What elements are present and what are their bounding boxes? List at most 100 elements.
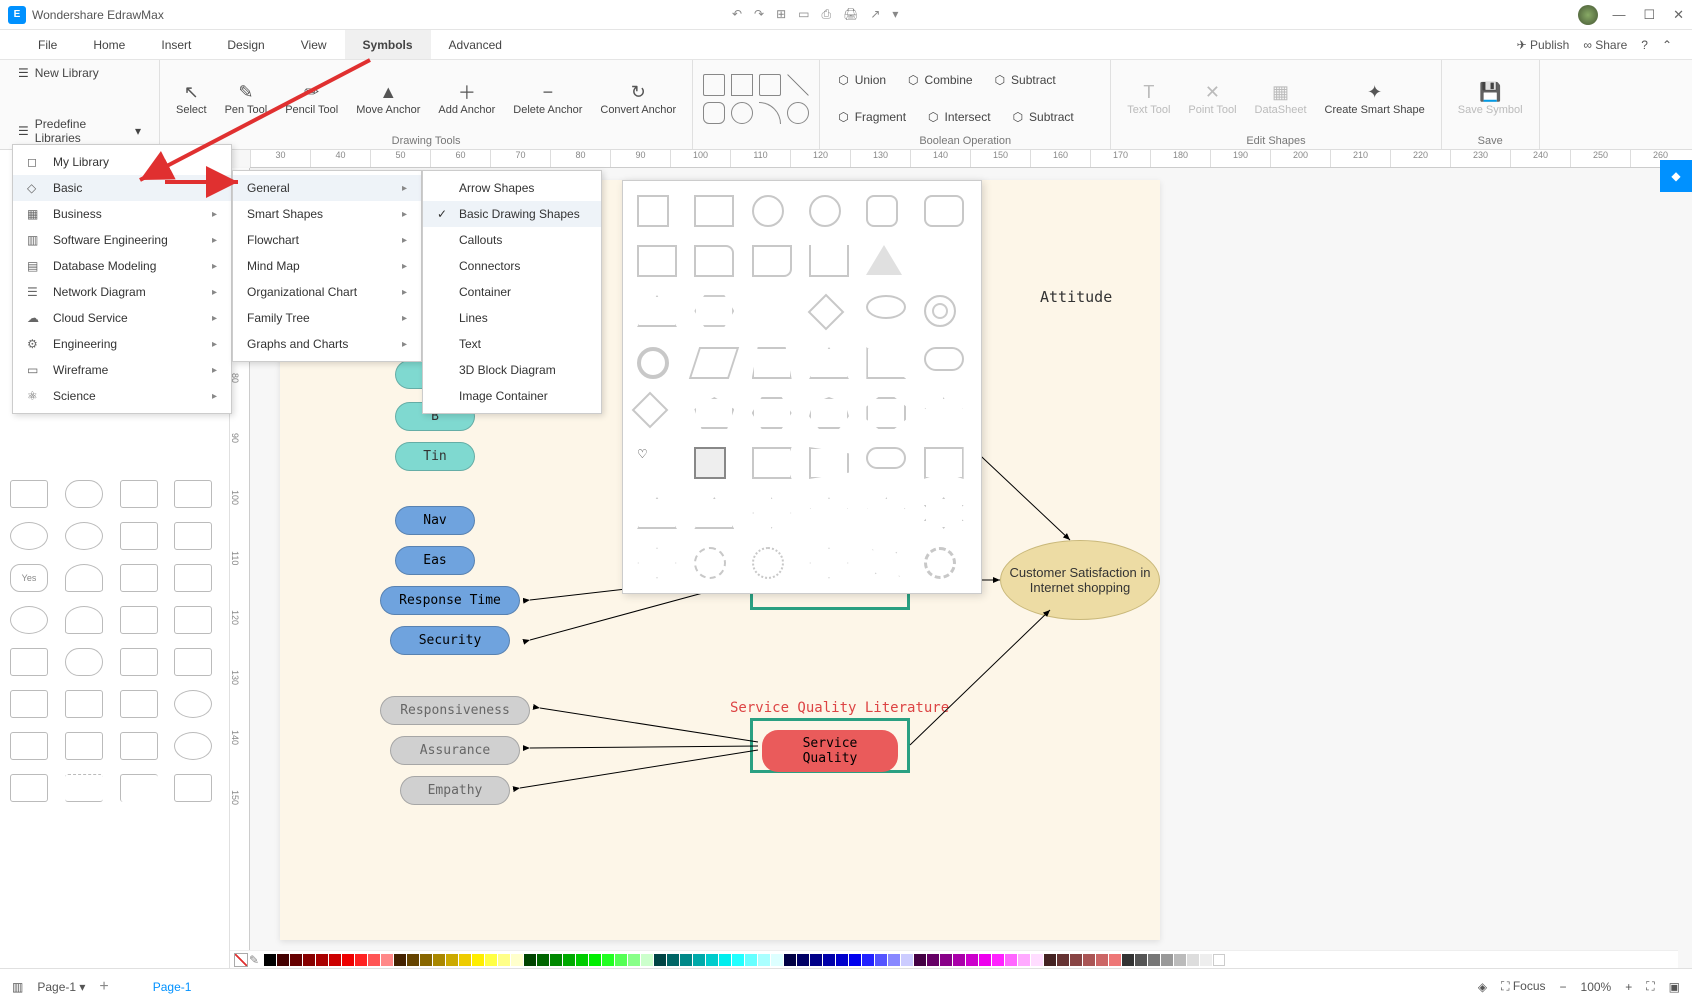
- focus-button[interactable]: ⛶ Focus: [1501, 979, 1545, 994]
- library-item-cloud[interactable]: ☁Cloud Service▸: [13, 305, 231, 331]
- print-icon[interactable]: 🖨: [843, 7, 858, 22]
- new-library-button[interactable]: ☰ New Library: [10, 64, 149, 82]
- save-icon[interactable]: ⎙: [822, 7, 832, 22]
- share-button[interactable]: ∞ Share: [1583, 38, 1627, 52]
- subtract2-button[interactable]: ⬡ Subtract: [1005, 108, 1082, 126]
- sp-star52[interactable]: [866, 497, 906, 529]
- sub-item-orgchart[interactable]: Organizational Chart▸: [233, 279, 421, 305]
- menu-advanced[interactable]: Advanced: [431, 30, 520, 59]
- sp-pentagon[interactable]: [752, 295, 792, 327]
- menu-file[interactable]: File: [20, 30, 75, 59]
- spiral-icon[interactable]: [787, 102, 809, 124]
- sp-gear[interactable]: [752, 547, 784, 579]
- sp-heart[interactable]: ♡: [637, 447, 677, 479]
- library-item-science[interactable]: ⚛Science▸: [13, 383, 231, 409]
- circle-icon[interactable]: [731, 102, 753, 124]
- shapeset-callouts[interactable]: Callouts: [423, 227, 601, 253]
- sp-diamond[interactable]: [808, 294, 845, 331]
- sp-roundsq[interactable]: [866, 195, 898, 227]
- zoom-in-button[interactable]: +: [1625, 980, 1632, 994]
- undo-icon[interactable]: ↶: [732, 7, 742, 22]
- fullscreen-icon[interactable]: ▣: [1669, 980, 1680, 994]
- zoom-level[interactable]: 100%: [1581, 980, 1612, 994]
- sp-card[interactable]: [694, 245, 734, 277]
- sp-star6[interactable]: [924, 497, 964, 529]
- fit-page-icon[interactable]: ⛶: [1646, 979, 1654, 994]
- sp-document[interactable]: [752, 245, 792, 277]
- sp-tri3[interactable]: [637, 295, 677, 327]
- library-item-database[interactable]: ▤Database Modeling▸: [13, 253, 231, 279]
- quick-shapes[interactable]: [703, 74, 809, 124]
- zoom-out-button[interactable]: −: [1560, 980, 1567, 994]
- publish-button[interactable]: ✈ Publish: [1517, 38, 1570, 52]
- page-tab-1[interactable]: Page-1: [143, 976, 202, 998]
- menu-home[interactable]: Home: [75, 30, 143, 59]
- shapeset-3dblock[interactable]: 3D Block Diagram: [423, 357, 601, 383]
- predefine-libraries-dropdown[interactable]: ☰ Predefine Libraries ▾: [10, 115, 149, 147]
- export-icon[interactable]: ↗: [870, 7, 880, 22]
- combine-button[interactable]: ⬡ Combine: [900, 71, 981, 89]
- shape-thumb[interactable]: [10, 480, 48, 508]
- sp-triangle[interactable]: [866, 245, 902, 275]
- rect-icon[interactable]: [703, 74, 725, 96]
- pencil-tool[interactable]: ✏Pencil Tool: [279, 78, 344, 118]
- fragment-button[interactable]: ⬡ Fragment: [830, 108, 914, 126]
- shapeset-lines[interactable]: Lines: [423, 305, 601, 331]
- redo-icon[interactable]: ↷: [754, 7, 764, 22]
- sub-item-graphs[interactable]: Graphs and Charts▸: [233, 331, 421, 357]
- point-tool[interactable]: ✕Point Tool: [1182, 78, 1242, 118]
- text-tool[interactable]: TText Tool: [1121, 78, 1176, 118]
- sp-parallel[interactable]: [689, 347, 739, 379]
- shapeset-imagecontainer[interactable]: Image Container: [423, 383, 601, 409]
- sp-pent2[interactable]: [694, 397, 734, 429]
- sp-sun[interactable]: [694, 547, 726, 579]
- shapeset-text[interactable]: Text: [423, 331, 601, 357]
- roundrect-icon[interactable]: [703, 102, 725, 124]
- pentagon-icon[interactable]: [731, 74, 753, 96]
- eyedropper-icon[interactable]: ✎: [249, 953, 263, 967]
- sp-ring[interactable]: [637, 347, 669, 379]
- sp-4star[interactable]: [809, 547, 849, 579]
- sp-seal[interactable]: [924, 547, 956, 579]
- page-selector[interactable]: Page-1 ▾: [37, 980, 85, 994]
- shapeset-arrow[interactable]: Arrow Shapes: [423, 175, 601, 201]
- sp-circle[interactable]: [752, 195, 784, 227]
- maximize-button[interactable]: ☐: [1643, 7, 1655, 23]
- sp-rect[interactable]: [694, 195, 734, 227]
- save-symbol-button[interactable]: 💾Save Symbol: [1452, 78, 1529, 118]
- sp-4star2[interactable]: [861, 538, 912, 589]
- library-item-engineering[interactable]: ⚙Engineering▸: [13, 331, 231, 357]
- sp-tri4[interactable]: [809, 347, 849, 379]
- arc-icon[interactable]: [759, 102, 781, 124]
- sub-item-mindmap[interactable]: Mind Map▸: [233, 253, 421, 279]
- sp-selected-square[interactable]: [694, 447, 726, 479]
- sub-item-flowchart[interactable]: Flowchart▸: [233, 227, 421, 253]
- sp-trap2[interactable]: [809, 447, 849, 479]
- sp-display[interactable]: [809, 245, 849, 277]
- sp-banner[interactable]: [924, 447, 964, 479]
- no-fill-icon[interactable]: [234, 953, 248, 967]
- more-icon[interactable]: ▾: [892, 7, 898, 22]
- line-icon[interactable]: [787, 74, 809, 96]
- sp-oct[interactable]: [866, 397, 906, 429]
- create-smart-shape[interactable]: ✦Create Smart Shape: [1319, 78, 1431, 118]
- sub-item-familytree[interactable]: Family Tree▸: [233, 305, 421, 331]
- layers-icon[interactable]: ◈: [1478, 980, 1487, 994]
- add-anchor-tool[interactable]: ＋Add Anchor: [432, 78, 501, 118]
- library-item-basic[interactable]: ◇Basic▸: [13, 175, 231, 201]
- sp-flag[interactable]: [752, 447, 792, 479]
- move-anchor-tool[interactable]: ▲Move Anchor: [350, 78, 426, 118]
- close-button[interactable]: ✕: [1673, 7, 1684, 23]
- sp-donut[interactable]: [924, 295, 956, 327]
- new-icon[interactable]: ⊞: [776, 7, 786, 22]
- star-icon[interactable]: [759, 74, 781, 96]
- sp-square[interactable]: [637, 195, 669, 227]
- library-item-business[interactable]: ▦Business▸: [13, 201, 231, 227]
- library-item-wireframe[interactable]: ▭Wireframe▸: [13, 357, 231, 383]
- subtract-button[interactable]: ⬡ Subtract: [987, 71, 1064, 89]
- convert-anchor-tool[interactable]: ↻Convert Anchor: [594, 78, 682, 118]
- sp-circle2[interactable]: [809, 195, 841, 227]
- sp-hex2[interactable]: [752, 397, 792, 429]
- sp-star5[interactable]: [809, 497, 849, 529]
- menu-symbols[interactable]: Symbols: [345, 30, 431, 59]
